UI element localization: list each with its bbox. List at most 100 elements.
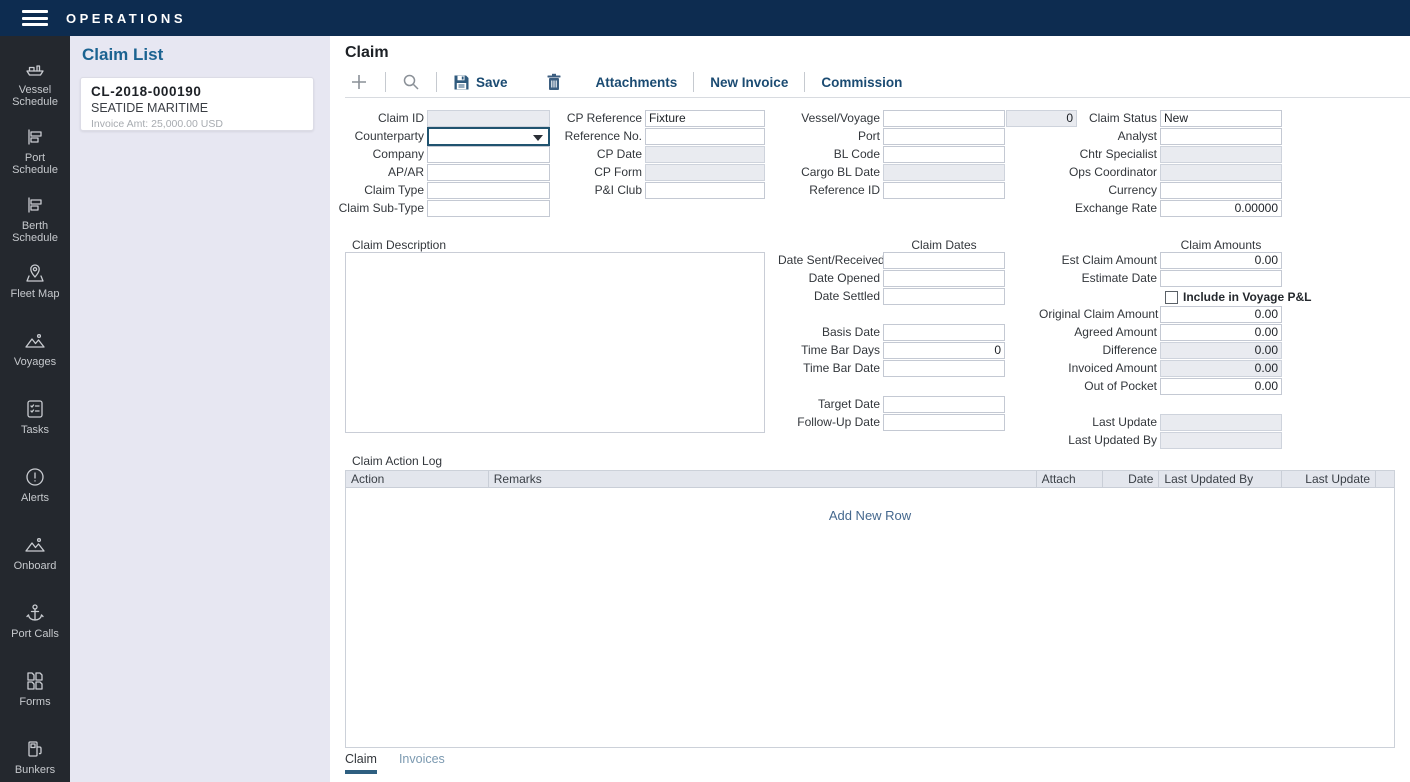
bl-code-input[interactable] [883, 146, 1005, 163]
form-row: Difference0.00 [1039, 342, 1311, 360]
vessel-voyage-input[interactable] [883, 110, 1005, 127]
claim-action-log-table: ActionRemarksAttachDateLast Updated ByLa… [345, 470, 1395, 748]
sidebar-item-port-schedule[interactable]: Port Schedule [0, 114, 70, 182]
time-bar-date-input[interactable] [883, 360, 1005, 377]
claim-sub-type-input[interactable] [427, 200, 550, 217]
currency-label: Currency [1039, 182, 1157, 199]
target-date-input[interactable] [883, 396, 1005, 413]
estimate-date-input[interactable] [1160, 270, 1282, 287]
time-bar-days-input[interactable]: 0 [883, 342, 1005, 359]
attachments-button[interactable]: Attachments [592, 75, 682, 90]
column-header-attach: Attach [1037, 471, 1103, 487]
est-claim-amount-label: Est Claim Amount [1039, 252, 1157, 269]
sidebar-item-vessel-schedule[interactable]: Vessel Schedule [0, 46, 70, 114]
original-claim-amount-label: Original Claim Amount [1039, 306, 1157, 323]
out-of-pocket-input[interactable]: 0.00 [1160, 378, 1282, 395]
exchange-rate-label: Exchange Rate [1039, 200, 1157, 217]
hamburger-icon[interactable] [22, 10, 48, 26]
toolbar: Save Attachments New Invoice Commission [345, 68, 906, 96]
form-row: Agreed Amount0.00 [1039, 324, 1311, 342]
ship-icon [24, 58, 46, 80]
cargo-bl-date-input [883, 164, 1005, 181]
ap-ar-input[interactable] [427, 164, 550, 181]
date-settled-input[interactable] [883, 288, 1005, 305]
form-column-claim: Claim IDCounterpartyCompanyAP/ARClaim Ty… [330, 110, 550, 218]
form-row: AP/AR [330, 164, 550, 182]
sidebar-item-alerts[interactable]: Alerts [0, 454, 70, 522]
gantt-icon [24, 194, 46, 216]
form-row: Target Date [778, 396, 1005, 414]
tab-invoices[interactable]: Invoices [399, 752, 445, 774]
form-row: Last Update [1039, 414, 1311, 432]
commission-button[interactable]: Commission [817, 75, 906, 90]
delete-button[interactable] [542, 73, 566, 91]
anchor-icon [24, 602, 46, 624]
sidebar-item-port-calls[interactable]: Port Calls [0, 590, 70, 658]
claim-sub-type-label: Claim Sub-Type [330, 200, 424, 217]
form-row: Counterparty [330, 128, 550, 146]
gantt-icon [24, 126, 46, 148]
form-row: Original Claim Amount0.00 [1039, 306, 1311, 324]
date-sent-received-input[interactable] [883, 252, 1005, 269]
sidebar-item-forms[interactable]: Forms [0, 658, 70, 726]
reference-no-input[interactable] [645, 128, 765, 145]
sidebar-item-bunkers[interactable]: Bunkers [0, 726, 70, 782]
sidebar-item-tasks[interactable]: Tasks [0, 386, 70, 454]
form-row: Company [330, 146, 550, 164]
form-row: Analyst [1039, 128, 1282, 146]
claim-status-input[interactable]: New [1160, 110, 1282, 127]
include-in-voyage-p-l-checkbox[interactable] [1165, 291, 1178, 304]
tab-claim[interactable]: Claim [345, 752, 377, 774]
action-log-header-row: ActionRemarksAttachDateLast Updated ByLa… [346, 471, 1394, 488]
cargo-bl-date-label: Cargo BL Date [778, 164, 880, 181]
form-row: Estimate Date [1039, 270, 1311, 288]
sidebar-item-onboard[interactable]: Onboard [0, 522, 70, 590]
form-row: Date Opened [778, 270, 1005, 288]
alert-circle-icon [24, 466, 46, 488]
chtr-specialist-input [1160, 146, 1282, 163]
cp-reference-input[interactable]: Fixture [645, 110, 765, 127]
sidebar-item-fleet-map[interactable]: Fleet Map [0, 250, 70, 318]
include-in-voyage-p-l-checkbox-label: Include in Voyage P&L [1183, 290, 1311, 304]
company-input[interactable] [427, 146, 550, 163]
follow-up-date-input[interactable] [883, 414, 1005, 431]
form-row: Out of Pocket0.00 [1039, 378, 1311, 396]
form-row: Claim Sub-Type [330, 200, 550, 218]
new-invoice-button[interactable]: New Invoice [706, 75, 792, 90]
agreed-amount-input[interactable]: 0.00 [1160, 324, 1282, 341]
save-button[interactable]: Save [449, 74, 512, 91]
reference-id-input[interactable] [883, 182, 1005, 199]
difference-input: 0.00 [1160, 342, 1282, 359]
analyst-input[interactable] [1160, 128, 1282, 145]
cp-reference-label: CP Reference [546, 110, 642, 127]
form-row: CP Form [546, 164, 765, 182]
sidebar-item-voyages[interactable]: Voyages [0, 318, 70, 386]
claim-dates-group: Date Sent/ReceivedDate OpenedDate Settle… [778, 252, 1005, 432]
claim-description-textarea[interactable] [345, 252, 765, 433]
form-row: Date Sent/Received [778, 252, 1005, 270]
agreed-amount-label: Agreed Amount [1039, 324, 1157, 341]
date-opened-input[interactable] [883, 270, 1005, 287]
claim-list-item[interactable]: CL-2018-000190 SEATIDE MARITIME Invoice … [80, 77, 314, 131]
ap-ar-label: AP/AR [330, 164, 424, 181]
port-input[interactable] [883, 128, 1005, 145]
exchange-rate-input[interactable]: 0.00000 [1160, 200, 1282, 217]
sidebar-item-berth-schedule[interactable]: Berth Schedule [0, 182, 70, 250]
add-new-row-link[interactable]: Add New Row [346, 508, 1394, 523]
toolbar-divider-line [345, 97, 1410, 98]
port-label: Port [778, 128, 880, 145]
counterparty-dropdown[interactable] [427, 127, 550, 146]
est-claim-amount-input[interactable]: 0.00 [1160, 252, 1282, 269]
claim-type-input[interactable] [427, 182, 550, 199]
app-title: OPERATIONS [66, 11, 186, 26]
column-header-empty [1376, 471, 1394, 487]
top-bar: OPERATIONS [0, 0, 1410, 36]
search-button[interactable] [398, 73, 424, 91]
basis-date-input[interactable] [883, 324, 1005, 341]
claim-list-title: Claim List [82, 45, 163, 65]
currency-input[interactable] [1160, 182, 1282, 199]
add-button[interactable] [345, 72, 373, 92]
original-claim-amount-input[interactable]: 0.00 [1160, 306, 1282, 323]
fuel-pump-icon [24, 738, 46, 760]
p-i-club-input[interactable] [645, 182, 765, 199]
